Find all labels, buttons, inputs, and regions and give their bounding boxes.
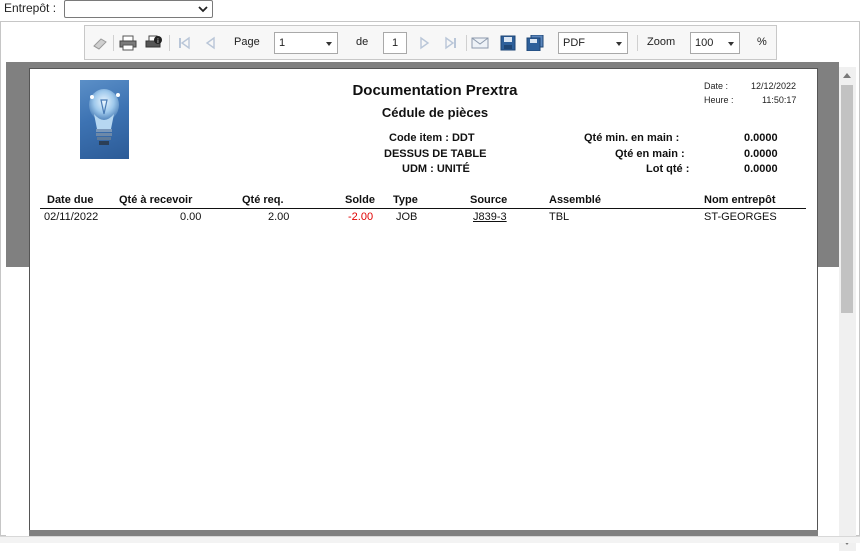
report-title: Documentation Prextra xyxy=(352,82,518,99)
qty-min-label: Qté min. en main : xyxy=(584,132,680,144)
zoom-select[interactable]: 100 xyxy=(690,32,740,54)
zoom-select-value: 100 xyxy=(695,37,714,49)
status-bar xyxy=(0,536,860,543)
vertical-scrollbar[interactable] xyxy=(839,67,856,551)
cell-type: JOB xyxy=(396,211,418,223)
of-label: de xyxy=(356,36,369,48)
page-select[interactable]: 1 xyxy=(274,32,338,54)
date-label: Date : xyxy=(704,81,729,91)
cell-balance: -2.00 xyxy=(348,211,374,223)
column-header-balance: Solde xyxy=(345,194,375,206)
warehouse-label: Entrepôt : xyxy=(4,1,57,15)
report-toolbar: i Page 1 de 1 PDF Zoom 100 % xyxy=(84,25,777,60)
page-label: Page xyxy=(234,36,260,48)
unit-of-measure: UDM : UNITÉ xyxy=(402,163,470,175)
scroll-up-arrow-icon[interactable] xyxy=(843,73,851,78)
next-page-icon[interactable] xyxy=(415,35,433,51)
lot-qty-value: 0.0000 xyxy=(744,163,778,175)
dropdown-arrow-icon xyxy=(616,42,622,46)
toolbar-separator xyxy=(637,35,638,51)
report-canvas: Documentation Prextra Cédule de pièces D… xyxy=(6,62,839,536)
company-logo xyxy=(80,80,129,159)
print-icon[interactable] xyxy=(119,35,137,51)
last-page-icon[interactable] xyxy=(442,35,460,51)
qty-on-hand-label: Qté en main : xyxy=(615,148,685,160)
toolbar-separator xyxy=(466,35,467,51)
cell-assembly: TBL xyxy=(549,211,570,223)
save-icon[interactable] xyxy=(499,35,517,51)
dropdown-arrow-icon xyxy=(728,42,734,46)
qty-min-value: 0.0000 xyxy=(744,132,778,144)
warehouse-select[interactable] xyxy=(64,0,213,18)
column-header-assembly: Assemblé xyxy=(549,194,601,206)
email-icon[interactable] xyxy=(471,35,489,51)
cell-source-link[interactable]: J839-3 xyxy=(473,211,507,223)
toolbar-separator xyxy=(113,35,114,51)
item-code: Code item : DDT xyxy=(389,132,475,144)
canvas-margin-right xyxy=(818,267,839,536)
total-pages-field: 1 xyxy=(383,32,407,54)
export-format-select[interactable]: PDF xyxy=(558,32,628,54)
cell-due-date: 02/11/2022 xyxy=(44,211,99,223)
print-options-icon[interactable]: i xyxy=(145,35,163,51)
item-description: DESSUS DE TABLE xyxy=(384,148,487,160)
chevron-down-icon xyxy=(198,6,208,13)
cell-qty-to-receive: 0.00 xyxy=(180,211,202,223)
lot-qty-label: Lot qté : xyxy=(646,163,690,175)
percent-label: % xyxy=(757,36,767,48)
toolbar-separator xyxy=(169,35,170,51)
report-viewer: i Page 1 de 1 PDF Zoom 100 % Documentati… xyxy=(0,21,860,551)
column-header-type: Type xyxy=(393,194,418,206)
cell-warehouse-name: ST-GEORGES xyxy=(704,211,777,223)
canvas-margin-left xyxy=(6,267,29,536)
first-page-icon[interactable] xyxy=(175,35,193,51)
page-select-value: 1 xyxy=(279,37,286,49)
column-header-qty-to-receive: Qté à recevoir xyxy=(119,194,193,206)
time-label: Heure : xyxy=(704,95,734,105)
save-all-icon[interactable] xyxy=(526,35,544,51)
total-pages-value: 1 xyxy=(391,37,399,49)
zoom-label: Zoom xyxy=(647,36,676,48)
report-subtitle: Cédule de pièces xyxy=(381,105,489,120)
filter-bar: Entrepôt : xyxy=(0,0,860,20)
column-header-warehouse-name: Nom entrepôt xyxy=(704,194,776,206)
lightbulb-icon xyxy=(89,89,120,145)
export-format-value: PDF xyxy=(563,37,585,49)
qty-on-hand-value: 0.0000 xyxy=(744,148,778,160)
scrollbar-thumb[interactable] xyxy=(841,85,853,313)
column-header-qty-required: Qté req. xyxy=(242,194,284,206)
time-value: 11:50:17 xyxy=(762,95,797,105)
previous-page-icon[interactable] xyxy=(202,35,220,51)
dropdown-arrow-icon xyxy=(326,42,332,46)
column-header-source: Source xyxy=(470,194,508,206)
column-header-due-date: Date due xyxy=(47,194,94,206)
eraser-icon[interactable] xyxy=(91,35,109,51)
header-divider xyxy=(40,208,806,209)
report-page: Documentation Prextra Cédule de pièces D… xyxy=(29,68,818,530)
cell-qty-required: 2.00 xyxy=(268,211,290,223)
date-value: 12/12/2022 xyxy=(751,81,797,91)
